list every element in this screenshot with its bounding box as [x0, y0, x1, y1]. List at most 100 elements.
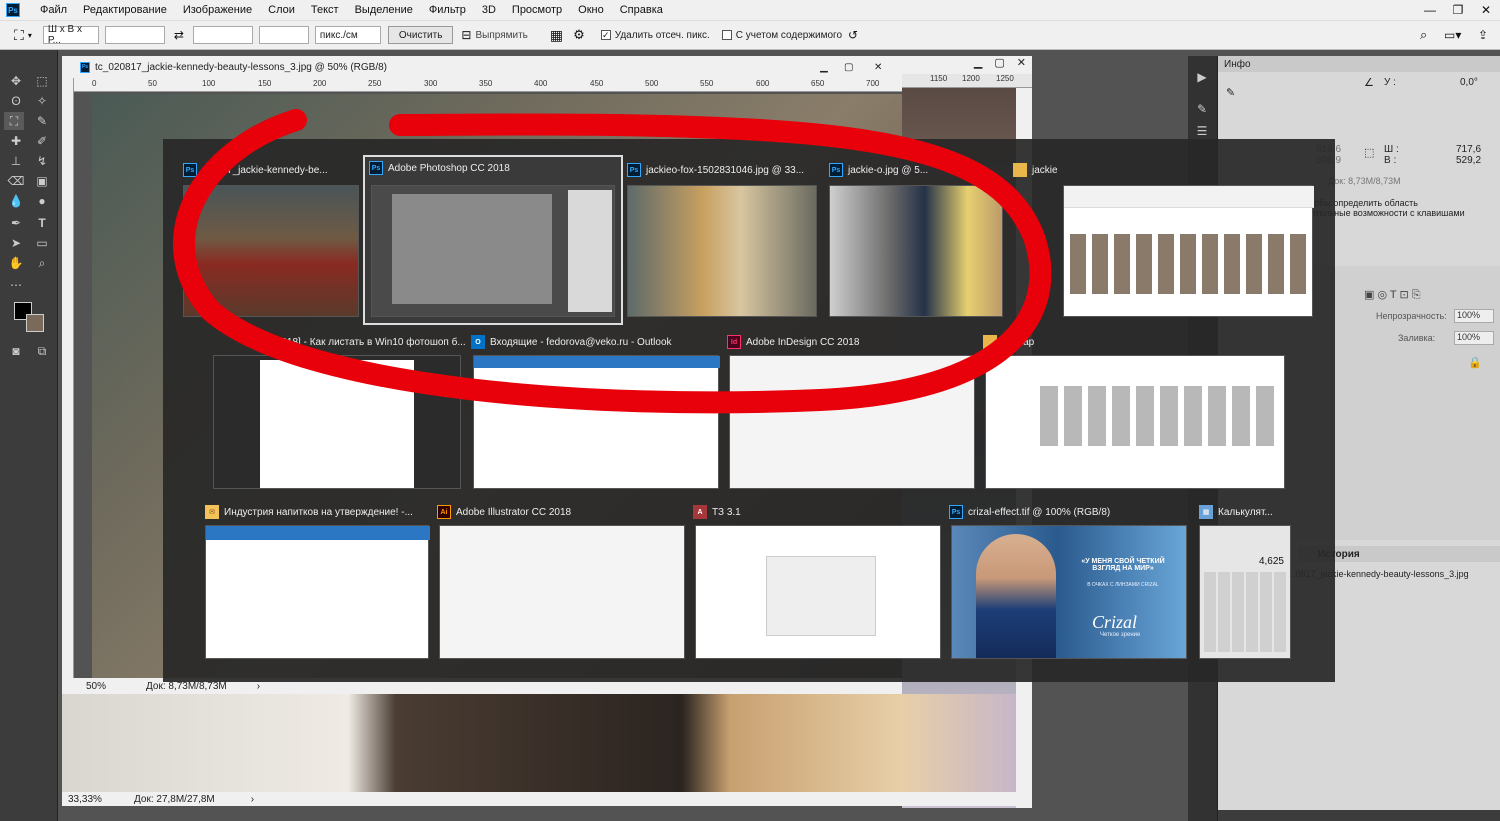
brush-icon[interactable]: ✐	[32, 132, 52, 150]
history-brush-icon[interactable]: ↯	[32, 152, 52, 170]
zoom-level[interactable]: 50%	[86, 681, 146, 692]
clear-button[interactable]: Очистить	[387, 26, 454, 44]
menu-help[interactable]: Справка	[612, 4, 671, 16]
folder-icon: ▬	[983, 335, 997, 349]
photoshop-icon: Ps	[627, 163, 641, 177]
magic-wand-icon[interactable]: ✧	[32, 92, 52, 110]
dodge-icon[interactable]: ●	[32, 192, 52, 210]
menu-layers[interactable]: Слои	[260, 4, 303, 16]
fill-field[interactable]: 100%	[1454, 331, 1494, 345]
quick-mask-icon[interactable]: ◙	[6, 342, 26, 360]
minimize-icon[interactable]: ▁	[820, 62, 828, 73]
switcher-item-jackie-kennedy[interactable]: Ps ...0817_jackie-kennedy-be...	[183, 159, 363, 319]
switcher-item-mail-drinks[interactable]: ✉ Индустрия напитков на утверждение! -...	[205, 501, 430, 661]
crop-tool-icon[interactable]: ⛶	[14, 27, 24, 44]
menu-filter[interactable]: Фильтр	[421, 4, 474, 16]
restore-icon[interactable]: ❐	[1444, 0, 1472, 20]
eyedropper-icon[interactable]: ✎	[32, 112, 52, 130]
background-color-swatch[interactable]	[26, 314, 44, 332]
type-tool-icon[interactable]: T	[32, 214, 52, 232]
play-icon[interactable]: ▶	[1192, 68, 1212, 86]
switcher-item-indesign[interactable]: Id Adobe InDesign CC 2018	[727, 331, 975, 491]
switcher-item-jackie-folder[interactable]: ▬ jackie	[1013, 159, 1315, 319]
marquee-tool-icon[interactable]: ⬚	[32, 72, 52, 90]
info-tab[interactable]: Инфо	[1218, 56, 1500, 72]
resolution-input[interactable]	[258, 26, 309, 44]
opacity-field[interactable]: 100%	[1454, 309, 1494, 323]
level-icon[interactable]: ⊟	[461, 28, 471, 42]
lock-icon[interactable]: 🔒	[1468, 356, 1482, 369]
zoom-icon[interactable]: ⌕	[32, 254, 52, 272]
switcher-item-jackieo-fox[interactable]: Ps jackieo-fox-1502831046.jpg @ 33...	[627, 159, 821, 319]
thumbnail-preview	[985, 355, 1285, 489]
workspace-icon[interactable]: ▭▾	[1444, 28, 1461, 42]
search-icon[interactable]: ⌕	[1420, 27, 1427, 43]
delete-cropped-checkbox[interactable]: ✓ Удалить отсеч. пикс.	[600, 30, 710, 41]
zoom-level-2[interactable]: 33,33%	[68, 794, 134, 805]
width-label: Ш :	[1384, 144, 1399, 155]
menu-view[interactable]: Просмотр	[504, 4, 570, 16]
reset-icon[interactable]: ↺	[848, 28, 858, 42]
switcher-item-access[interactable]: A ТЗ 3.1	[693, 501, 941, 661]
shape-icon[interactable]: ▭	[32, 234, 52, 252]
close-icon[interactable]: ✕	[874, 62, 882, 73]
straighten-button[interactable]: Выпрямить	[475, 30, 527, 41]
menu-window[interactable]: Окно	[570, 4, 612, 16]
gradient-icon[interactable]: ▣	[32, 172, 52, 190]
chevron-right-icon[interactable]: ›	[251, 794, 254, 805]
unit-dropdown[interactable]: пикс./см	[314, 26, 381, 44]
menu-select[interactable]: Выделение	[347, 4, 421, 16]
photoshop-icon: Ps	[369, 161, 383, 175]
thumbnail-preview	[729, 355, 975, 489]
lasso-tool-icon[interactable]: ʘ	[6, 92, 26, 110]
share-icon[interactable]: ⇪	[1478, 28, 1488, 42]
switcher-item-browser[interactable]: ...С CC2018] - Как листать в Win10 фотош…	[213, 331, 466, 491]
switcher-item-illustrator[interactable]: Ai Adobe Illustrator CC 2018	[437, 501, 685, 661]
pen-icon[interactable]: ✒	[6, 214, 26, 232]
blur-icon[interactable]: 💧	[6, 192, 26, 210]
sampler-icon[interactable]: ✎	[1226, 86, 1235, 99]
options-bar: ⛶ ▾ Ш x В x Р... ⇄ пикс./см Очистить ⊟ В…	[0, 20, 1500, 50]
path-select-icon[interactable]: ➤	[6, 234, 26, 252]
move-tool-icon[interactable]: ✥	[6, 72, 26, 90]
chevron-right-icon[interactable]: ›	[257, 681, 260, 692]
menu-3d[interactable]: 3D	[474, 4, 504, 16]
chevron-down-icon[interactable]: ▾	[28, 31, 32, 40]
folder-icon: ▬	[1013, 163, 1027, 177]
eraser-icon[interactable]: ⌫	[6, 172, 26, 190]
crop-tool-active-icon[interactable]: ⛶	[4, 112, 24, 130]
switcher-item-crizal[interactable]: Ps crizal-effect.tif @ 100% (RGB/8) «У МЕ…	[949, 501, 1189, 661]
gear-icon[interactable]: ⚙	[573, 27, 585, 43]
restore-icon[interactable]: ▢	[988, 56, 1010, 72]
healing-brush-icon[interactable]: ✚	[6, 132, 26, 150]
menu-image[interactable]: Изображение	[175, 4, 260, 16]
switcher-item-calculator[interactable]: ▦ Калькулят... 4,625	[1199, 501, 1293, 661]
photoshop-icon: Ps	[183, 163, 197, 177]
brush-settings-icon[interactable]: ✎	[1192, 100, 1212, 118]
hand-icon[interactable]: ✋	[6, 254, 26, 272]
width-input[interactable]	[104, 26, 165, 44]
menu-file[interactable]: Файл	[32, 4, 75, 16]
minimize-icon[interactable]: —	[1416, 0, 1444, 20]
document-tab[interactable]: Ps tc_020817_jackie-kennedy-beauty-lesso…	[62, 56, 902, 78]
menu-edit[interactable]: Редактирование	[75, 4, 175, 16]
menu-type[interactable]: Текст	[303, 4, 347, 16]
restore-icon[interactable]: ▢	[844, 62, 853, 73]
swap-icon[interactable]: ⇄	[174, 28, 184, 42]
switcher-item-jackie-o[interactable]: Ps jackie-o.jpg @ 5...	[829, 159, 1005, 319]
stamp-icon[interactable]: ⊥	[6, 152, 26, 170]
minimize-icon[interactable]: ▁	[968, 56, 988, 72]
switcher-item-outlook[interactable]: O Входящие - fedorova@veko.ru - Outlook	[471, 331, 720, 491]
height-input[interactable]	[192, 26, 253, 44]
close-icon[interactable]: ✕	[1472, 0, 1500, 20]
ratio-dropdown[interactable]: Ш x В x Р...	[42, 24, 99, 46]
switcher-item-photoshop[interactable]: Ps Adobe Photoshop CC 2018	[363, 155, 623, 325]
switcher-item-folder-2[interactable]: ▬ ...dNap	[983, 331, 1287, 491]
close-icon[interactable]: ✕	[1011, 56, 1032, 72]
screen-mode-icon[interactable]: ⧉	[32, 342, 52, 360]
more-tools-icon[interactable]: ⋯	[6, 276, 26, 294]
adjust-icon[interactable]: ☰	[1192, 122, 1212, 140]
layer-filter-icons[interactable]: ▣ ◎ T ⊡ ⎘	[1364, 288, 1421, 302]
grid-overlay-icon[interactable]: ▦	[550, 27, 563, 44]
content-aware-checkbox[interactable]: С учетом содержимого	[721, 30, 842, 41]
